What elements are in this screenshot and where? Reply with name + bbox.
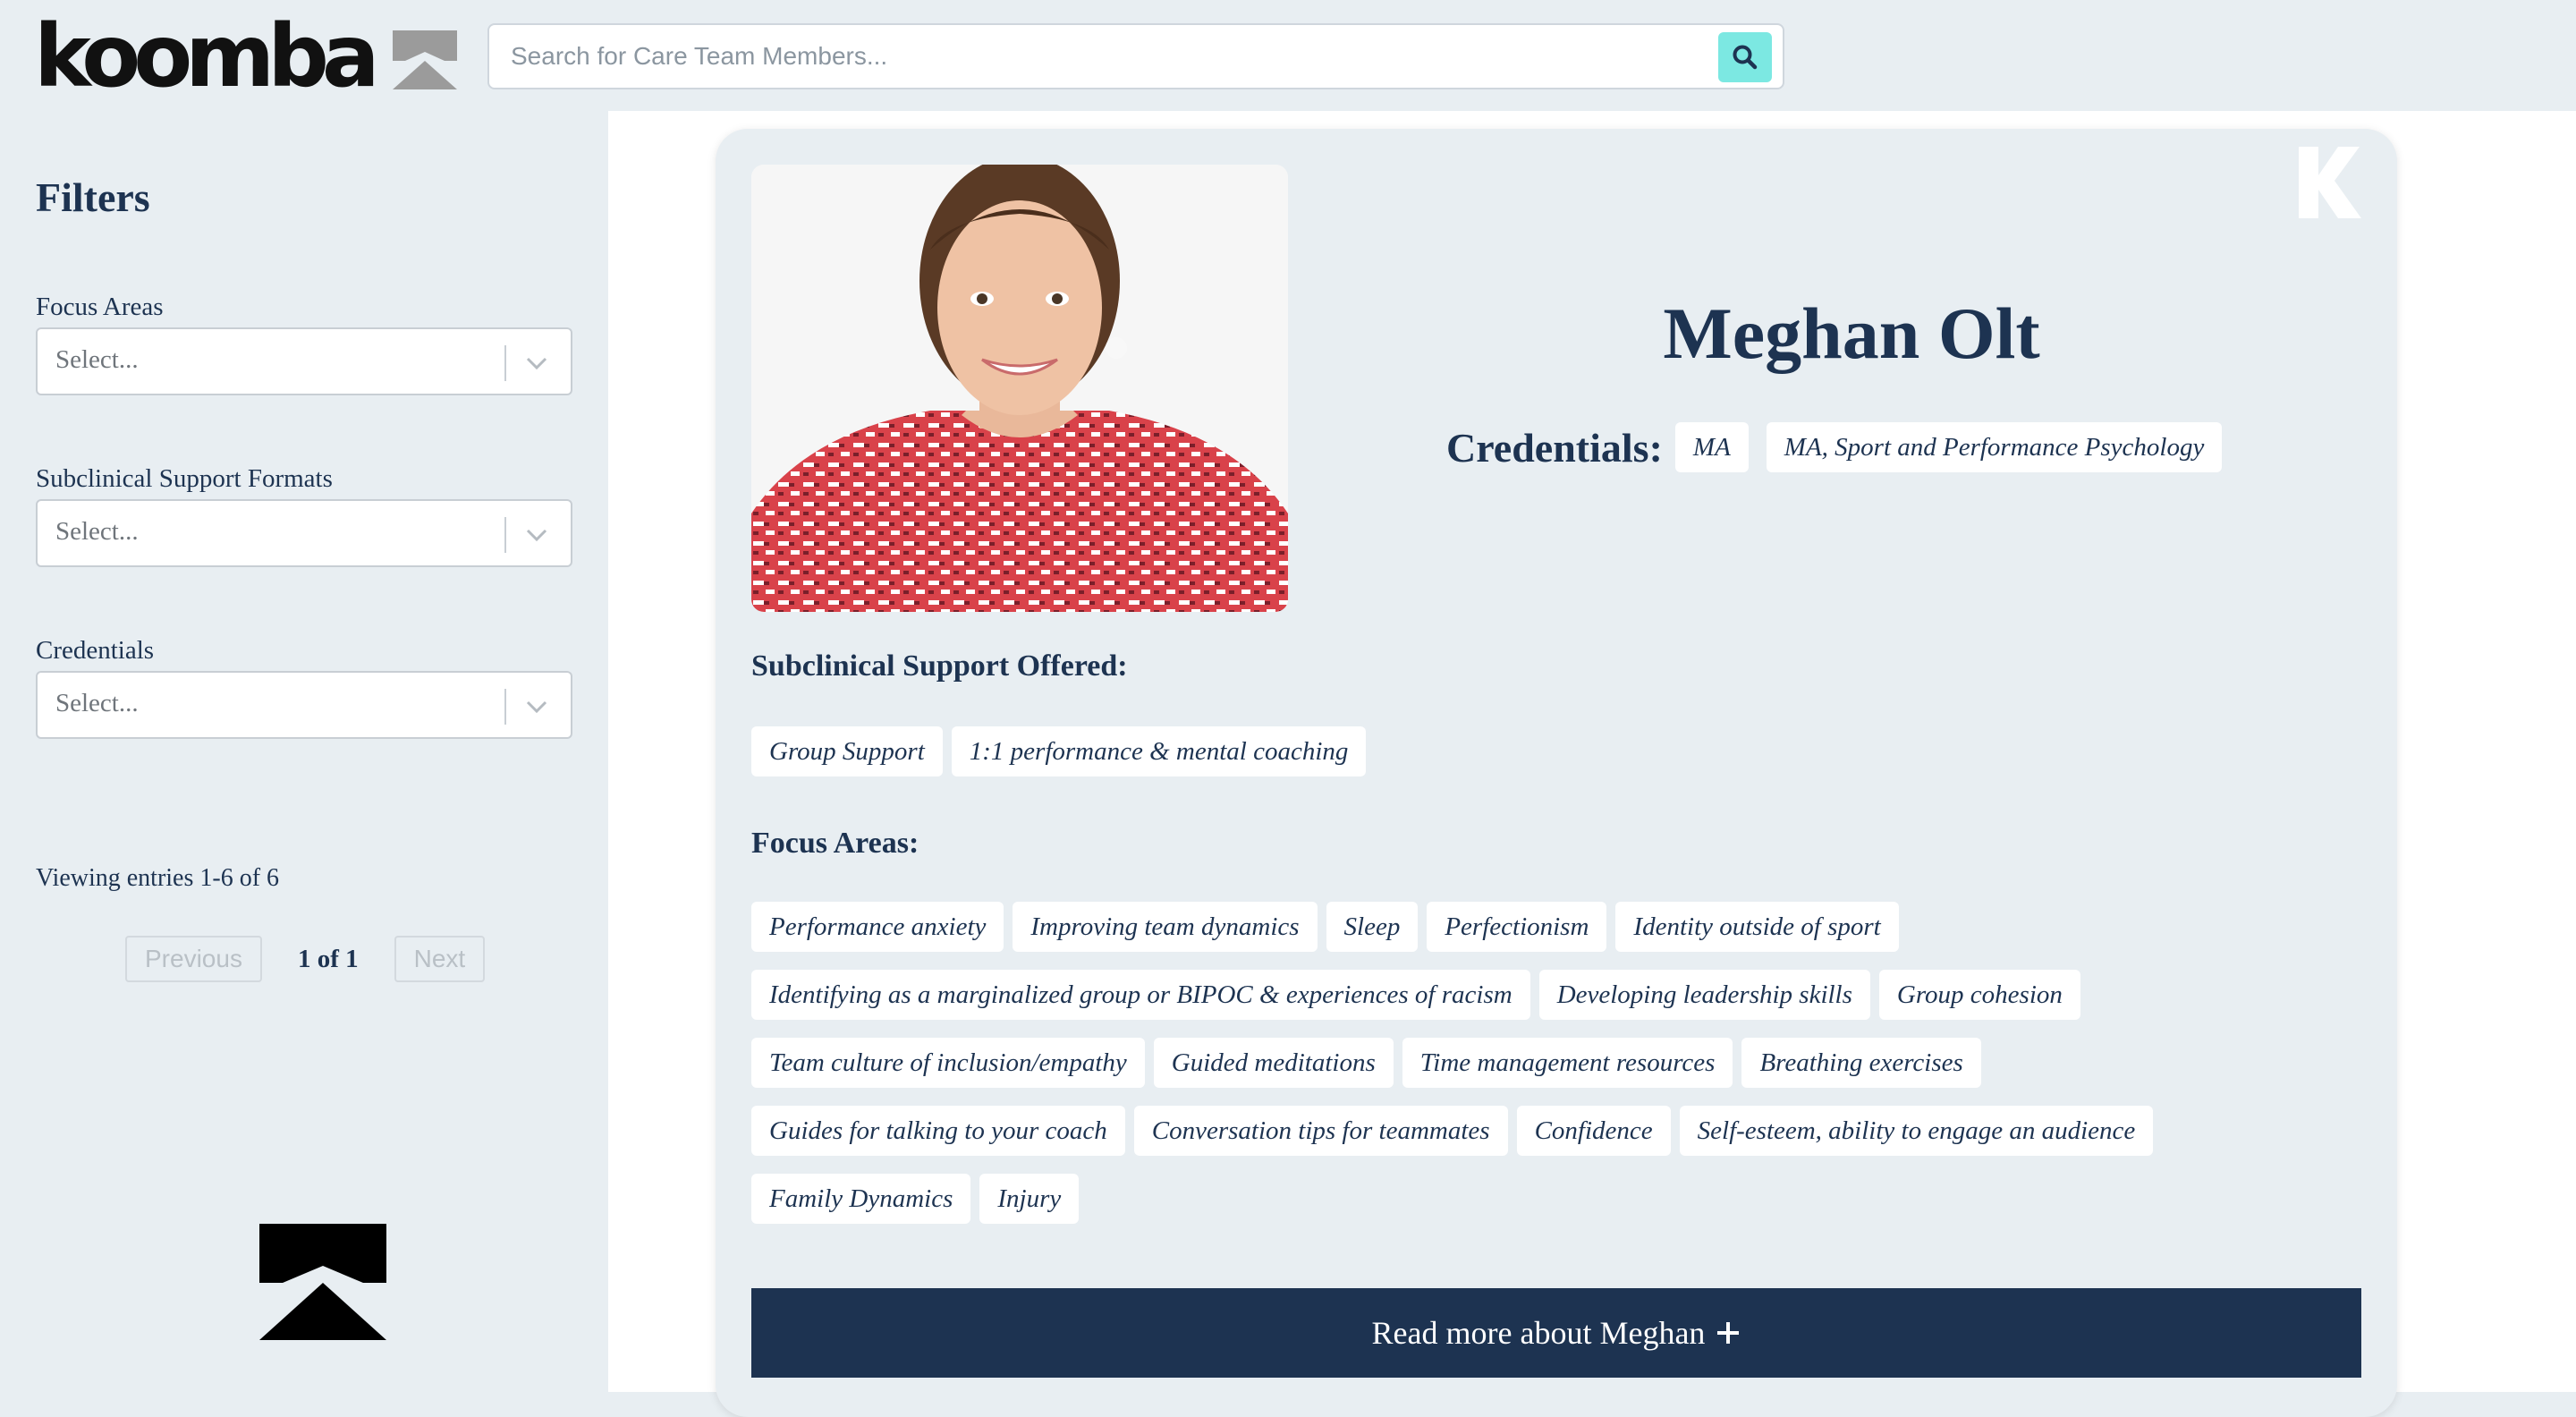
portrait-image xyxy=(751,165,1288,612)
focus-row: Family Dynamics Injury xyxy=(751,1174,1088,1224)
focus-areas-heading: Focus Areas: xyxy=(751,827,919,860)
focus-row: Guides for talking to your coach Convers… xyxy=(751,1106,2162,1156)
select-divider xyxy=(504,689,506,725)
chevron-down-icon xyxy=(526,357,547,370)
next-button[interactable]: Next xyxy=(394,936,486,982)
focus-chip: Identity outside of sport xyxy=(1615,902,1899,952)
select-placeholder: Select... xyxy=(55,517,139,546)
focus-row: Identifying as a marginalized group or B… xyxy=(751,970,2089,1020)
select-divider xyxy=(504,517,506,553)
filters-heading: Filters xyxy=(36,174,150,220)
focus-chip: Improving team dynamics xyxy=(1013,902,1318,952)
credentials-row: Credentials: MA MA, Sport and Performanc… xyxy=(1446,422,2240,472)
search-input[interactable] xyxy=(489,25,1706,88)
select-divider xyxy=(504,345,506,381)
main-content: Meghan Olt Credentials: MA MA, Sport and… xyxy=(608,111,2576,1417)
focus-chip: Group cohesion xyxy=(1878,970,2080,1020)
focus-chip: Time management resources xyxy=(1402,1038,1733,1088)
read-more-label: Read more about Meghan xyxy=(1371,1315,1706,1351)
focus-areas-select[interactable]: Select... xyxy=(36,327,572,395)
focus-chip: Family Dynamics xyxy=(751,1174,971,1224)
koomba-mark-icon xyxy=(392,30,457,89)
previous-button[interactable]: Previous xyxy=(125,936,262,982)
support-chip: Group Support xyxy=(751,726,943,776)
filter-label: Credentials xyxy=(36,636,155,665)
koomba-k-icon xyxy=(2299,147,2361,218)
focus-chip: Team culture of inclusion/empathy xyxy=(751,1038,1145,1088)
focus-row: Performance anxiety Improving team dynam… xyxy=(751,902,1908,952)
focus-chip: Confidence xyxy=(1516,1106,1671,1156)
focus-chip: Performance anxiety xyxy=(751,902,1004,952)
read-more-button[interactable]: Read more about Meghan xyxy=(751,1288,2361,1378)
chevron-down-icon xyxy=(526,700,547,714)
focus-chip: Sleep xyxy=(1326,902,1419,952)
filter-credentials: Credentials Select... xyxy=(36,636,572,739)
select-placeholder: Select... xyxy=(55,345,139,374)
focus-chip: Identifying as a marginalized group or B… xyxy=(751,970,1530,1020)
search-button[interactable] xyxy=(1718,32,1772,82)
entries-count: Viewing entries 1-6 of 6 xyxy=(36,864,280,892)
filter-label: Subclinical Support Formats xyxy=(36,464,333,493)
focus-chip: Injury xyxy=(979,1174,1080,1224)
support-chip: 1:1 performance & mental coaching xyxy=(951,726,1367,776)
search-icon xyxy=(1733,45,1758,70)
focus-chip: Breathing exercises xyxy=(1741,1038,1981,1088)
pagination: Previous 1 of 1 Next xyxy=(125,934,486,984)
top-bar: koomba xyxy=(0,0,2576,111)
credential-chip: MA, Sport and Performance Psychology xyxy=(1766,422,2223,472)
credentials-select[interactable]: Select... xyxy=(36,671,572,739)
support-chips: Group Support 1:1 performance & mental c… xyxy=(751,726,1375,776)
focus-chip: Developing leadership skills xyxy=(1538,970,1870,1020)
focus-chip: Conversation tips for teammates xyxy=(1133,1106,1508,1156)
focus-chip: Guides for talking to your coach xyxy=(751,1106,1125,1156)
support-heading: Subclinical Support Offered: xyxy=(751,649,1128,683)
select-placeholder: Select... xyxy=(55,689,139,717)
filter-support-formats: Subclinical Support Formats Select... xyxy=(36,464,572,567)
profile-card: Meghan Olt Credentials: MA MA, Sport and… xyxy=(716,129,2397,1417)
focus-chip: Perfectionism xyxy=(1427,902,1607,952)
page-indicator: 1 of 1 xyxy=(297,944,359,973)
focus-chip: Guided meditations xyxy=(1153,1038,1394,1088)
filter-label: Focus Areas xyxy=(36,293,164,321)
plus-icon xyxy=(1717,1322,1740,1344)
credentials-label: Credentials: xyxy=(1446,424,1663,471)
filter-focus-areas: Focus Areas Select... xyxy=(36,293,572,395)
profile-name: Meghan Olt xyxy=(1663,293,2040,374)
koomba-logo[interactable]: koomba xyxy=(34,6,457,106)
filters-sidebar: Filters Focus Areas Select... Subclinica… xyxy=(0,111,608,1392)
chevron-down-icon xyxy=(526,529,547,542)
focus-chip: Self-esteem, ability to engage an audien… xyxy=(1679,1106,2154,1156)
support-formats-select[interactable]: Select... xyxy=(36,499,572,567)
credential-chip: MA xyxy=(1674,422,1749,472)
koomba-mark-icon xyxy=(259,1224,386,1340)
focus-row: Team culture of inclusion/empathy Guided… xyxy=(751,1038,1990,1088)
profile-photo xyxy=(751,165,1288,612)
search-bar xyxy=(487,23,1784,89)
logo-wordmark: koomba xyxy=(34,6,380,106)
